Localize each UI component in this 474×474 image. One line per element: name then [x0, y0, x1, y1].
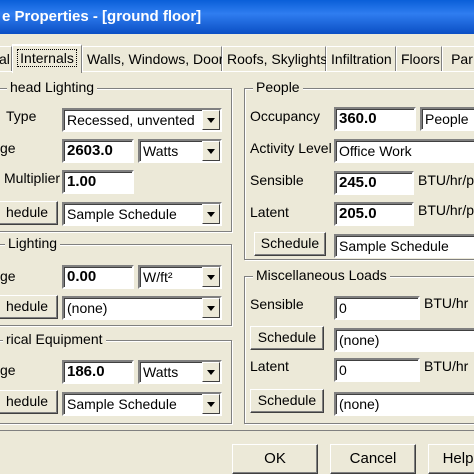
- lighting-units-value: Watts: [143, 143, 179, 159]
- lighting-wattage-input[interactable]: 2603.0: [62, 139, 134, 163]
- ok-button[interactable]: OK: [232, 444, 318, 474]
- chevron-down-icon[interactable]: [202, 394, 220, 414]
- task-schedule-select[interactable]: (none): [62, 296, 222, 320]
- equipment-schedule-button[interactable]: hedule: [0, 390, 58, 414]
- people-sensible-units: BTU/hr/p: [418, 172, 474, 188]
- misc-latent-schedule-button[interactable]: Schedule: [250, 389, 324, 413]
- misc-sensible-schedule-select[interactable]: (none): [334, 328, 474, 352]
- task-units-select[interactable]: W/ft²: [138, 265, 222, 289]
- chevron-down-icon[interactable]: [202, 267, 220, 287]
- overhead-lighting-legend: head Lighting: [7, 79, 98, 95]
- window-title: e Properties - [ground floor]: [2, 8, 202, 25]
- lighting-type-select[interactable]: Recessed, unvented: [62, 108, 222, 132]
- misc-latent-label: Latent: [250, 358, 289, 374]
- dialog-button-bar: OK Cancel Help: [0, 440, 474, 474]
- lighting-units-select[interactable]: Watts: [138, 139, 222, 163]
- activity-level-select[interactable]: Office Work: [334, 139, 474, 163]
- occupancy-label: Occupancy: [250, 108, 321, 124]
- misc-loads-legend: Miscellaneous Loads: [253, 267, 390, 283]
- tab-walls-windows-doors[interactable]: Walls, Windows, Doors: [82, 46, 230, 72]
- equipment-wattage-label: ge: [0, 362, 16, 378]
- lighting-type-value: Recessed, unvented: [67, 112, 195, 128]
- chevron-down-icon[interactable]: [202, 298, 220, 318]
- task-schedule-button[interactable]: hedule: [0, 295, 58, 319]
- tab-roofs-skylights[interactable]: Roofs, Skylights: [222, 46, 327, 72]
- people-sensible-label: Sensible: [250, 172, 304, 188]
- equipment-units-select[interactable]: Watts: [138, 360, 222, 384]
- misc-sensible-schedule-button[interactable]: Schedule: [250, 326, 324, 350]
- task-units-value: W/ft²: [143, 269, 173, 285]
- misc-latent-schedule-select[interactable]: (none): [334, 392, 474, 416]
- lighting-schedule-value: Sample Schedule: [67, 206, 177, 222]
- task-wattage-label: ge: [0, 268, 16, 284]
- equipment-legend: rical Equipment: [3, 331, 106, 347]
- chevron-down-icon[interactable]: [202, 362, 220, 382]
- cancel-button[interactable]: Cancel: [330, 444, 416, 474]
- people-latent-input[interactable]: 205.0: [334, 202, 414, 226]
- tab-partitions[interactable]: Par: [442, 46, 474, 72]
- misc-latent-units: BTU/hr: [424, 358, 469, 374]
- tab-general[interactable]: al: [0, 46, 12, 72]
- help-button[interactable]: Help: [428, 444, 474, 474]
- activity-level-label: Activity Level: [250, 140, 332, 156]
- tab-internals[interactable]: Internals: [12, 44, 82, 73]
- equipment-units-value: Watts: [143, 364, 179, 380]
- misc-latent-input[interactable]: 0: [334, 358, 420, 382]
- tab-infiltration[interactable]: Infiltration: [326, 46, 396, 72]
- occupancy-units[interactable]: People: [420, 107, 474, 131]
- chevron-down-icon[interactable]: [202, 204, 220, 224]
- lighting-wattage-label: ge: [0, 140, 16, 156]
- lighting-multiplier-input[interactable]: 1.00: [62, 170, 134, 194]
- chevron-down-icon[interactable]: [202, 141, 220, 161]
- equipment-wattage-input[interactable]: 186.0: [62, 360, 134, 384]
- lighting-schedule-select[interactable]: Sample Schedule: [62, 202, 222, 226]
- people-latent-units: BTU/hr/p: [418, 202, 474, 218]
- tab-floors[interactable]: Floors: [396, 46, 442, 72]
- lighting-schedule-button[interactable]: hedule: [0, 201, 58, 225]
- window-title-bar[interactable]: e Properties - [ground floor]: [0, 0, 474, 34]
- lighting-type-label: Type: [6, 108, 37, 124]
- chevron-down-icon[interactable]: [202, 110, 220, 130]
- occupancy-input[interactable]: 360.0: [334, 107, 416, 131]
- people-schedule-select[interactable]: Sample Schedule: [334, 234, 474, 258]
- misc-sensible-input[interactable]: 0: [334, 296, 420, 320]
- misc-sensible-label: Sensible: [250, 296, 304, 312]
- people-latent-label: Latent: [250, 204, 289, 220]
- tab-strip: al Internals Walls, Windows, Doors Roofs…: [0, 44, 474, 73]
- people-legend: People: [253, 79, 303, 95]
- lighting-multiplier-label: Multiplier: [4, 170, 61, 186]
- equipment-schedule-select[interactable]: Sample Schedule: [62, 392, 222, 416]
- task-wattage-input[interactable]: 0.00: [62, 265, 134, 289]
- task-schedule-value: (none): [67, 300, 108, 316]
- equipment-schedule-value: Sample Schedule: [67, 396, 177, 412]
- people-sensible-input[interactable]: 245.0: [334, 171, 414, 195]
- people-schedule-button[interactable]: Schedule: [254, 232, 326, 256]
- task-lighting-legend: Lighting: [5, 235, 61, 251]
- misc-sensible-units: BTU/hr: [424, 295, 469, 311]
